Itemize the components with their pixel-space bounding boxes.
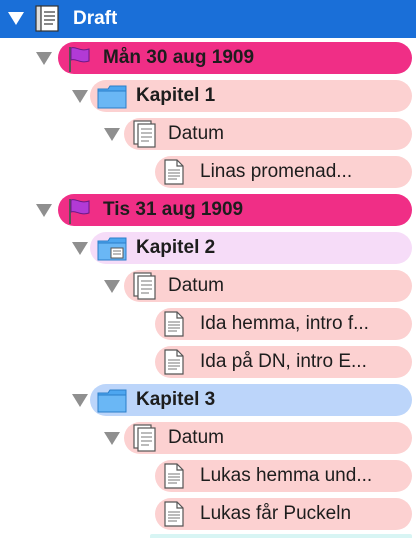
outline-label: Datum (168, 275, 224, 296)
outline-label: Kapitel 2 (136, 237, 216, 258)
document-icon (162, 348, 186, 381)
outline-label: Lukas hemma und... (200, 465, 373, 486)
draft-notebook-icon (33, 4, 63, 39)
outline-label: Draft (73, 8, 118, 29)
disclosure-triangle-icon[interactable] (104, 432, 120, 445)
outline-row-scene[interactable]: Ida hemma, intro f... (0, 304, 416, 342)
document-icon (162, 158, 186, 191)
disclosure-triangle-icon[interactable] (104, 280, 120, 293)
outline-row-chapter[interactable]: Kapitel 3 (0, 380, 416, 418)
outline-row-chapter[interactable]: Kapitel 2 (0, 228, 416, 266)
outline-row-scene[interactable]: Linas promenad... (0, 152, 416, 190)
disclosure-triangle-icon[interactable] (72, 242, 88, 255)
next-row-edge (150, 534, 412, 538)
outline-label: Tis 31 aug 1909 (103, 199, 244, 220)
outline-row-chapter[interactable]: Kapitel 1 (0, 76, 416, 114)
outline-label: Kapitel 1 (136, 85, 216, 106)
outline-row-day[interactable]: Mån 30 aug 1909 (0, 38, 416, 76)
disclosure-triangle-icon[interactable] (36, 52, 52, 65)
document-stack-icon (130, 423, 158, 458)
outline-label: Linas promenad... (200, 161, 353, 182)
outline-row-scene[interactable]: Ida på DN, intro E... (0, 342, 416, 380)
document-icon (162, 462, 186, 495)
outline-row-scene[interactable]: Lukas får Puckeln (0, 494, 416, 532)
blue-folder-icon (96, 83, 128, 116)
document-icon (162, 310, 186, 343)
disclosure-triangle-icon[interactable] (72, 90, 88, 103)
document-stack-icon (130, 271, 158, 306)
document-icon (162, 500, 186, 533)
outline-label: Mån 30 aug 1909 (103, 47, 255, 68)
blue-folder-icon (96, 235, 128, 268)
outline-label: Kapitel 3 (136, 389, 216, 410)
outline-row-day[interactable]: Tis 31 aug 1909 (0, 190, 416, 228)
outline-row-group[interactable]: Datum (0, 266, 416, 304)
outline-label: Datum (168, 123, 224, 144)
outline-row-draft[interactable]: Draft (0, 0, 416, 38)
outline-label: Ida hemma, intro f... (200, 313, 369, 334)
blue-folder-icon (96, 387, 128, 420)
purple-flag-icon (64, 44, 94, 79)
disclosure-triangle-icon[interactable] (72, 394, 88, 407)
disclosure-triangle-icon[interactable] (8, 12, 24, 25)
outline-label: Datum (168, 427, 224, 448)
outline-row-group[interactable]: Datum (0, 114, 416, 152)
outline-label: Ida på DN, intro E... (200, 351, 367, 372)
outline-row-group[interactable]: Datum (0, 418, 416, 456)
document-stack-icon (130, 119, 158, 154)
purple-flag-icon (64, 196, 94, 231)
disclosure-triangle-icon[interactable] (36, 204, 52, 217)
outline-row-scene[interactable]: Lukas hemma und... (0, 456, 416, 494)
outline-label: Lukas får Puckeln (200, 503, 352, 524)
disclosure-triangle-icon[interactable] (104, 128, 120, 141)
